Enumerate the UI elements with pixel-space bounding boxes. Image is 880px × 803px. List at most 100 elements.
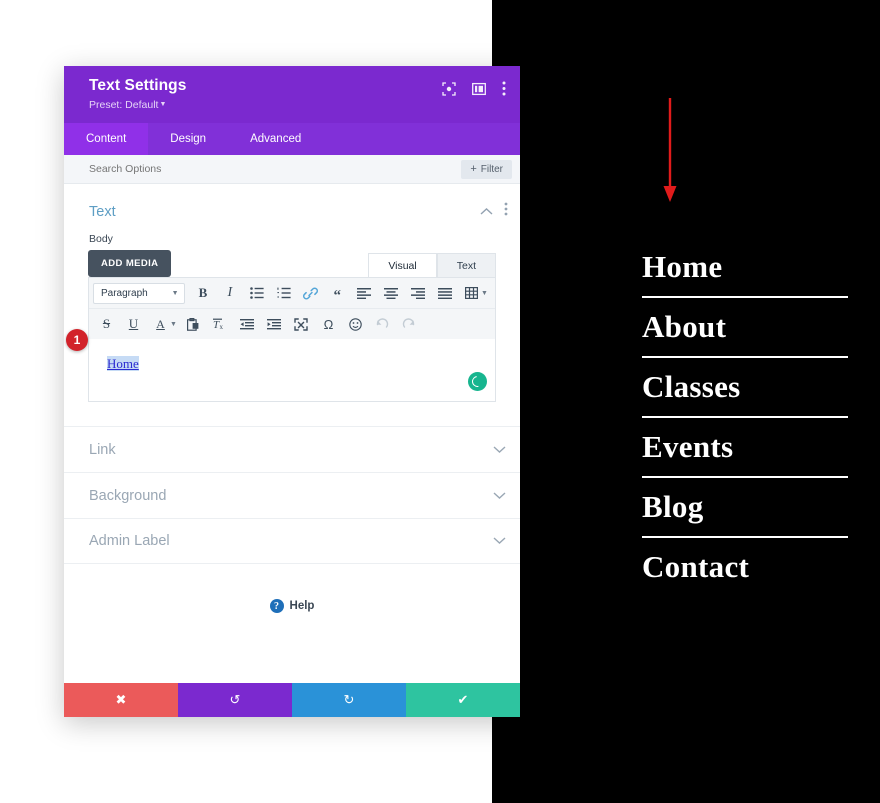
format-select-value: Paragraph — [101, 287, 148, 299]
numbered-list-icon[interactable] — [270, 281, 297, 305]
editor-box: Paragraph ▼ B I “ ▼ S U A ▼ T x Ω 1 Home — [66, 277, 496, 402]
editor-link-home[interactable]: Home — [107, 356, 139, 371]
nav-link-home[interactable]: Home — [642, 238, 848, 296]
svg-text:x: x — [220, 323, 224, 330]
save-button[interactable]: ✔ — [406, 683, 520, 717]
tab-text[interactable]: Text — [436, 253, 496, 277]
tab-advanced[interactable]: Advanced — [228, 123, 323, 155]
text-color-button[interactable]: A ▼ — [147, 312, 180, 336]
editor-mode-tabs: Visual Text — [368, 253, 496, 277]
add-media-button[interactable]: ADD MEDIA — [88, 250, 172, 277]
undo-icon[interactable] — [369, 312, 396, 336]
close-icon: ✖ — [115, 692, 127, 707]
undo-button[interactable]: ↺ — [178, 683, 292, 717]
indent-icon[interactable] — [261, 312, 288, 336]
clear-formatting-icon[interactable]: Tx — [207, 312, 234, 336]
layout-panel-icon[interactable] — [472, 82, 486, 101]
search-options-row: + Filter — [64, 155, 520, 184]
chevron-down-icon: ▼ — [481, 289, 488, 297]
align-left-icon[interactable] — [351, 281, 378, 305]
chevron-down-icon: ▼ — [159, 101, 167, 108]
group-actions — [480, 202, 508, 221]
nav-item-events: Events — [642, 418, 848, 478]
wysiwyg-editor: ADD MEDIA Visual Text Paragraph ▼ B I “ … — [64, 250, 520, 402]
outdent-icon[interactable] — [234, 312, 261, 336]
align-center-icon[interactable] — [377, 281, 404, 305]
bulleted-list-icon[interactable] — [243, 281, 270, 305]
underline-icon[interactable]: U — [120, 312, 147, 336]
tab-content[interactable]: Content — [64, 123, 149, 155]
chevron-down-icon — [493, 487, 506, 505]
preset-selector[interactable]: Preset: Default▼ — [89, 98, 186, 112]
step-badge-1: 1 — [66, 329, 88, 351]
fullscreen-icon[interactable] — [288, 312, 315, 336]
body-field-label: Body — [89, 233, 113, 245]
accordion-item-admin-label[interactable]: Admin Label — [64, 518, 520, 564]
loading-spinner-icon — [468, 372, 487, 391]
bold-icon[interactable]: B — [190, 281, 217, 305]
plus-icon: + — [470, 163, 477, 175]
nav-link-about[interactable]: About — [642, 298, 848, 356]
target-icon[interactable] — [442, 81, 456, 101]
italic-icon[interactable]: I — [216, 281, 243, 305]
help-label: Help — [289, 600, 315, 612]
strikethrough-icon[interactable]: S — [93, 312, 120, 336]
modal-header-icons — [442, 81, 506, 101]
annotation-down-arrow — [655, 96, 685, 211]
cancel-button[interactable]: ✖ — [64, 683, 178, 717]
modal-header: Text Settings Preset: Default▼ — [64, 66, 520, 123]
page-title: Text Settings — [89, 77, 187, 94]
redo-icon[interactable] — [396, 312, 423, 336]
emoji-icon[interactable] — [342, 312, 369, 336]
tab-design[interactable]: Design — [148, 123, 228, 155]
modal-header-titles: Text Settings Preset: Default▼ — [89, 76, 186, 112]
accordion-label: Background — [89, 487, 167, 504]
redo-button[interactable]: ↻ — [292, 683, 406, 717]
redo-icon: ↻ — [343, 692, 355, 707]
nav-link-events[interactable]: Events — [642, 418, 848, 476]
nav-item-contact: Contact — [642, 538, 848, 596]
chevron-down-icon — [493, 532, 506, 550]
nav-link-blog[interactable]: Blog — [642, 478, 848, 536]
special-character-icon[interactable]: Ω — [315, 312, 342, 336]
nav-item-home: Home — [642, 238, 848, 298]
blockquote-icon[interactable]: “ — [324, 281, 351, 305]
tab-visual[interactable]: Visual — [368, 253, 437, 277]
chevron-up-icon[interactable] — [480, 203, 493, 221]
help-button[interactable]: ? Help — [64, 599, 520, 613]
more-vertical-icon[interactable] — [504, 202, 508, 221]
format-select[interactable]: Paragraph ▼ — [93, 282, 185, 304]
nav-link-classes[interactable]: Classes — [642, 358, 848, 416]
align-right-icon[interactable] — [404, 281, 431, 305]
accordion-label: Link — [89, 441, 116, 458]
undo-icon: ↺ — [229, 692, 241, 707]
accordion-label: Admin Label — [89, 533, 170, 549]
editor-toolbar-row-2: S U A ▼ Tx Ω — [89, 308, 495, 339]
accordion-item-link[interactable]: Link — [64, 426, 520, 472]
table-button[interactable]: ▼ — [458, 281, 491, 305]
accordion-item-background[interactable]: Background — [64, 472, 520, 518]
editor-top-row: ADD MEDIA Visual Text — [88, 250, 496, 277]
filter-label: Filter — [480, 163, 503, 175]
nav-item-about: About — [642, 298, 848, 358]
chevron-down-icon: ▼ — [170, 320, 177, 328]
nav-item-blog: Blog — [642, 478, 848, 538]
editor-content-area[interactable]: 1 Home — [66, 329, 495, 401]
paste-as-text-icon[interactable] — [180, 312, 207, 336]
editor-toolbar-row-1: Paragraph ▼ B I “ ▼ — [89, 278, 495, 308]
search-input[interactable] — [89, 163, 349, 175]
align-justify-icon[interactable] — [431, 281, 458, 305]
more-vertical-icon[interactable] — [502, 81, 506, 101]
nav-link-contact[interactable]: Contact — [642, 538, 848, 596]
link-icon[interactable] — [297, 281, 324, 305]
text-settings-modal: Text Settings Preset: Default▼ Content D… — [64, 66, 520, 717]
modal-tab-bar: Content Design Advanced — [64, 123, 520, 155]
chevron-down-icon — [493, 441, 506, 459]
group-title: Text — [89, 203, 116, 220]
question-mark-icon: ? — [269, 599, 284, 613]
text-group-header: Text — [64, 184, 520, 231]
filter-button[interactable]: + Filter — [461, 159, 512, 179]
site-navigation-menu: Home About Classes Events Blog Contact — [642, 238, 848, 596]
modal-body: Text Body ADD MEDIA Visual Text Paragrap… — [64, 184, 520, 683]
chevron-down-icon: ▼ — [171, 289, 179, 297]
